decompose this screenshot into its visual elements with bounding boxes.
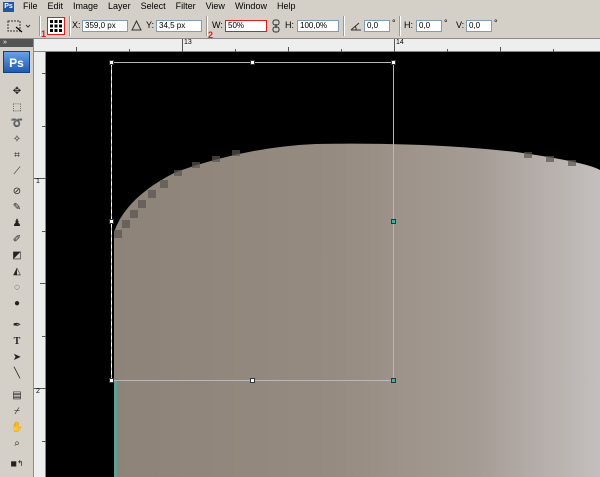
- menu-filter[interactable]: Filter: [171, 0, 201, 13]
- separator: [69, 16, 71, 36]
- degree-unit: °: [392, 18, 396, 28]
- menu-edit[interactable]: Edit: [43, 0, 69, 13]
- menu-window[interactable]: Window: [230, 0, 272, 13]
- app-icon[interactable]: Ps: [3, 1, 14, 12]
- ruler-top-label: 13: [184, 39, 192, 46]
- relative-position-icon[interactable]: [131, 20, 142, 31]
- type-tool-icon[interactable]: T: [8, 335, 26, 349]
- rotate-field[interactable]: 0,0: [364, 20, 390, 32]
- menu-file[interactable]: File: [18, 0, 43, 13]
- hand-tool-icon[interactable]: ✋: [8, 421, 26, 435]
- clone-stamp-tool-icon[interactable]: ♟: [8, 217, 26, 231]
- transform-handle-top-center[interactable]: [250, 60, 255, 65]
- transform-handle-middle-left[interactable]: [109, 219, 114, 224]
- h-skew-field[interactable]: 0,0: [416, 20, 442, 32]
- tool-preset-picker[interactable]: [6, 13, 32, 39]
- width-label: W:: [212, 20, 223, 30]
- rotate-angle-icon: [350, 22, 361, 31]
- reference-point-grid-icon: [47, 17, 65, 35]
- transform-handle-bottom-left[interactable]: [109, 378, 114, 383]
- notes-tool-icon[interactable]: ▤: [8, 389, 26, 403]
- ruler-ticks: [34, 73, 46, 442]
- height-label: H:: [285, 20, 294, 30]
- ruler-left: 1 2: [34, 52, 46, 477]
- menu-help[interactable]: Help: [272, 0, 301, 13]
- blur-tool-icon[interactable]: ◌: [8, 281, 26, 295]
- menu-select[interactable]: Select: [136, 0, 171, 13]
- history-brush-tool-icon[interactable]: ✐: [8, 233, 26, 247]
- menu-layer[interactable]: Layer: [103, 0, 136, 13]
- transform-handle-top-left[interactable]: [109, 60, 114, 65]
- toolbox: » Ps ✥ ⬚ ➰ ✧ ⌗ ⟋ ⊘ ✎ ♟ ✐ ◩ ◭ ◌ ● ✒ T ➤ ╲…: [0, 39, 34, 477]
- brush-tool-icon[interactable]: ✎: [8, 201, 26, 215]
- ps-logo[interactable]: Ps: [3, 51, 30, 73]
- y-position-field[interactable]: 34,5 px: [156, 20, 202, 32]
- maintain-aspect-ratio-icon[interactable]: [271, 19, 281, 33]
- degree-unit: °: [494, 18, 498, 28]
- transform-tool-icon: [7, 20, 31, 33]
- paint-bucket-tool-icon[interactable]: ◭: [8, 265, 26, 279]
- x-position-field[interactable]: 359,0 px: [82, 20, 128, 32]
- menu-view[interactable]: View: [201, 0, 230, 13]
- crop-tool-icon[interactable]: ⌗: [8, 149, 26, 163]
- healing-brush-tool-icon[interactable]: ⊘: [8, 185, 26, 199]
- height-field[interactable]: 100,0%: [297, 20, 339, 32]
- dodge-tool-icon[interactable]: ●: [8, 297, 26, 311]
- eyedropper-tool-icon[interactable]: ⌿: [8, 405, 26, 419]
- v-skew-field[interactable]: 0,0: [466, 20, 492, 32]
- lasso-tool-icon[interactable]: ➰: [8, 117, 26, 131]
- ruler-top-label: 14: [396, 39, 404, 46]
- menu-image[interactable]: Image: [68, 0, 103, 13]
- color-swatches-icon[interactable]: ◼↰: [8, 457, 26, 471]
- degree-unit: °: [444, 18, 448, 28]
- magic-wand-tool-icon[interactable]: ✧: [8, 133, 26, 147]
- pen-tool-icon[interactable]: ✒: [8, 319, 26, 333]
- ruler-left-label: 2: [36, 388, 40, 395]
- separator: [399, 16, 401, 36]
- transform-handle-bottom-center[interactable]: [250, 378, 255, 383]
- transform-handle-middle-right[interactable]: [391, 219, 396, 224]
- transform-handle-top-right[interactable]: [391, 60, 396, 65]
- canvas-image: [46, 52, 600, 477]
- reference-point-locator[interactable]: [47, 13, 65, 39]
- separator: [343, 16, 345, 36]
- ruler-top: 13 14: [34, 39, 600, 52]
- toolbox-grip[interactable]: »: [0, 39, 33, 47]
- h-skew-label: H:: [404, 20, 413, 30]
- zoom-tool-icon[interactable]: ⌕: [8, 437, 26, 451]
- move-tool-icon[interactable]: ✥: [8, 85, 26, 99]
- line-tool-icon[interactable]: ╲: [8, 367, 26, 381]
- v-skew-label: V:: [456, 20, 465, 30]
- x-label: X:: [72, 20, 81, 30]
- width-field[interactable]: 50%: [225, 20, 267, 32]
- marquee-tool-icon[interactable]: ⬚: [8, 101, 26, 115]
- menu-bar: Ps File Edit Image Layer Select Filter V…: [0, 0, 600, 13]
- eraser-tool-icon[interactable]: ◩: [8, 249, 26, 263]
- options-bar: 1 X: 359,0 px Y: 34,5 px W: 50% 2 H: 100…: [0, 13, 600, 40]
- document-canvas[interactable]: [46, 52, 600, 477]
- slice-tool-icon[interactable]: ⟋: [8, 165, 26, 179]
- ruler-ticks: [76, 39, 554, 52]
- transform-handle-bottom-right[interactable]: [391, 378, 396, 383]
- y-label: Y:: [146, 20, 155, 30]
- annotation-marker-1: 1: [41, 29, 47, 39]
- path-selection-tool-icon[interactable]: ➤: [8, 351, 26, 365]
- ruler-left-label: 1: [36, 178, 40, 185]
